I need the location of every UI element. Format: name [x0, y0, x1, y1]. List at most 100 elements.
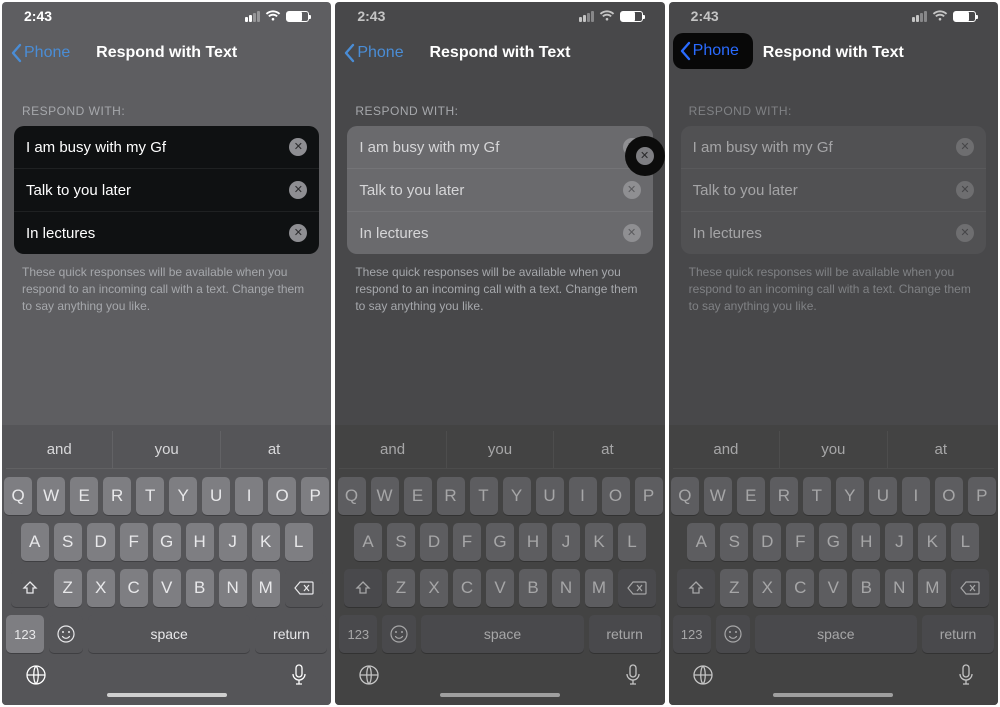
kb-key-d[interactable]: D — [87, 523, 115, 561]
response-row[interactable]: In lectures ✕ — [347, 212, 652, 254]
kb-key-v[interactable]: V — [486, 569, 514, 607]
kb-key-k[interactable]: K — [918, 523, 946, 561]
globe-key[interactable] — [691, 663, 715, 687]
response-row[interactable]: Talk to you later ✕ — [681, 169, 986, 212]
kb-key-f[interactable]: F — [120, 523, 148, 561]
kb-key-u[interactable]: U — [202, 477, 230, 515]
emoji-key[interactable] — [49, 615, 83, 653]
globe-key[interactable] — [24, 663, 48, 687]
delete-key[interactable] — [951, 569, 989, 607]
kb-key-n[interactable]: N — [885, 569, 913, 607]
emoji-key[interactable] — [382, 615, 416, 653]
kb-key-g[interactable]: G — [819, 523, 847, 561]
kb-key-u[interactable]: U — [536, 477, 564, 515]
kb-key-j[interactable]: J — [219, 523, 247, 561]
kb-key-k[interactable]: K — [252, 523, 280, 561]
response-row[interactable]: I am busy with my Gf ✕ — [347, 126, 652, 169]
kb-key-r[interactable]: R — [770, 477, 798, 515]
kb-key-d[interactable]: D — [753, 523, 781, 561]
clear-icon[interactable]: ✕ — [289, 181, 307, 199]
clear-icon[interactable]: ✕ — [956, 181, 974, 199]
kb-key-f[interactable]: F — [786, 523, 814, 561]
kb-key-k[interactable]: K — [585, 523, 613, 561]
shift-key[interactable] — [677, 569, 715, 607]
response-row[interactable]: Talk to you later ✕ — [347, 169, 652, 212]
kb-key-y[interactable]: Y — [169, 477, 197, 515]
kb-suggestion[interactable]: at — [887, 431, 994, 468]
kb-key-w[interactable]: W — [37, 477, 65, 515]
kb-key-e[interactable]: E — [404, 477, 432, 515]
kb-key-o[interactable]: O — [935, 477, 963, 515]
kb-key-v[interactable]: V — [153, 569, 181, 607]
shift-key[interactable] — [11, 569, 49, 607]
kb-suggestion[interactable]: you — [446, 431, 553, 468]
return-key[interactable]: return — [255, 615, 327, 653]
kb-suggestion[interactable]: and — [673, 431, 779, 468]
space-key[interactable]: space — [421, 615, 583, 653]
shift-key[interactable] — [344, 569, 382, 607]
kb-key-a[interactable]: A — [21, 523, 49, 561]
kb-key-m[interactable]: M — [918, 569, 946, 607]
response-row[interactable]: In lectures ✕ — [14, 212, 319, 254]
clear-icon[interactable]: ✕ — [623, 224, 641, 242]
numbers-key[interactable]: 123 — [6, 615, 44, 653]
kb-key-w[interactable]: W — [704, 477, 732, 515]
kb-key-e[interactable]: E — [70, 477, 98, 515]
kb-key-r[interactable]: R — [103, 477, 131, 515]
kb-key-d[interactable]: D — [420, 523, 448, 561]
emoji-key[interactable] — [716, 615, 750, 653]
numbers-key[interactable]: 123 — [339, 615, 377, 653]
kb-suggestion[interactable]: at — [553, 431, 660, 468]
response-row[interactable]: In lectures ✕ — [681, 212, 986, 254]
return-key[interactable]: return — [589, 615, 661, 653]
clear-icon[interactable]: ✕ — [289, 138, 307, 156]
dictate-key[interactable] — [623, 663, 643, 687]
kb-key-m[interactable]: M — [585, 569, 613, 607]
kb-key-g[interactable]: G — [486, 523, 514, 561]
kb-key-x[interactable]: X — [420, 569, 448, 607]
kb-key-j[interactable]: J — [552, 523, 580, 561]
numbers-key[interactable]: 123 — [673, 615, 711, 653]
kb-key-i[interactable]: I — [902, 477, 930, 515]
kb-key-v[interactable]: V — [819, 569, 847, 607]
kb-key-s[interactable]: S — [387, 523, 415, 561]
clear-icon[interactable]: ✕ — [289, 224, 307, 242]
kb-key-t[interactable]: T — [470, 477, 498, 515]
return-key[interactable]: return — [922, 615, 994, 653]
kb-key-z[interactable]: Z — [54, 569, 82, 607]
kb-key-w[interactable]: W — [371, 477, 399, 515]
kb-suggestion[interactable]: you — [779, 431, 886, 468]
back-button[interactable]: Phone — [335, 37, 409, 69]
kb-key-q[interactable]: Q — [671, 477, 699, 515]
kb-key-o[interactable]: O — [602, 477, 630, 515]
kb-key-p[interactable]: P — [635, 477, 663, 515]
globe-key[interactable] — [357, 663, 381, 687]
kb-key-c[interactable]: C — [453, 569, 481, 607]
home-indicator[interactable] — [107, 693, 227, 697]
kb-key-g[interactable]: G — [153, 523, 181, 561]
kb-key-e[interactable]: E — [737, 477, 765, 515]
kb-key-i[interactable]: I — [569, 477, 597, 515]
kb-key-z[interactable]: Z — [720, 569, 748, 607]
kb-suggestion[interactable]: and — [339, 431, 445, 468]
kb-key-z[interactable]: Z — [387, 569, 415, 607]
dictate-key[interactable] — [289, 663, 309, 687]
space-key[interactable]: space — [88, 615, 250, 653]
kb-key-n[interactable]: N — [219, 569, 247, 607]
response-row[interactable]: Talk to you later ✕ — [14, 169, 319, 212]
clear-icon[interactable]: ✕ — [636, 147, 654, 165]
kb-key-a[interactable]: A — [354, 523, 382, 561]
kb-key-b[interactable]: B — [519, 569, 547, 607]
kb-key-y[interactable]: Y — [503, 477, 531, 515]
kb-key-t[interactable]: T — [136, 477, 164, 515]
kb-key-q[interactable]: Q — [4, 477, 32, 515]
kb-key-m[interactable]: M — [252, 569, 280, 607]
kb-key-x[interactable]: X — [753, 569, 781, 607]
dictate-key[interactable] — [956, 663, 976, 687]
kb-key-q[interactable]: Q — [338, 477, 366, 515]
kb-key-j[interactable]: J — [885, 523, 913, 561]
kb-key-o[interactable]: O — [268, 477, 296, 515]
kb-key-u[interactable]: U — [869, 477, 897, 515]
kb-key-i[interactable]: I — [235, 477, 263, 515]
delete-key[interactable] — [618, 569, 656, 607]
